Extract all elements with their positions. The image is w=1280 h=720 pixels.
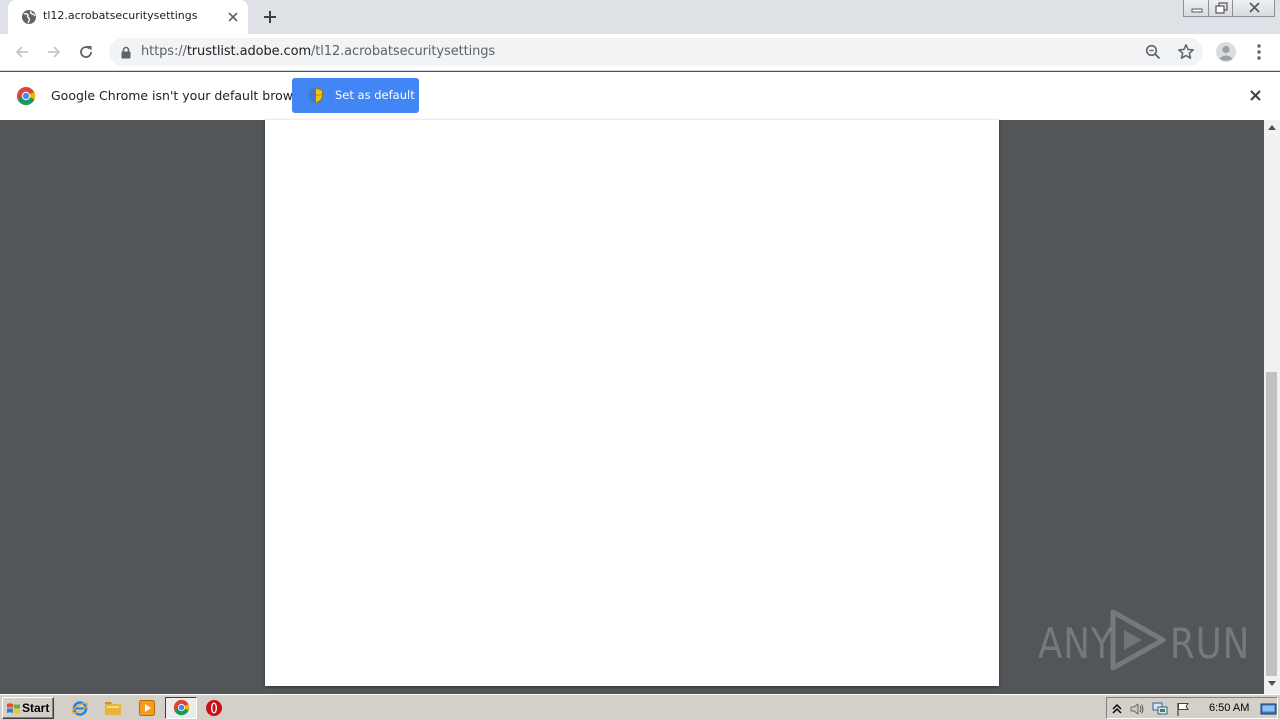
chrome-icon <box>173 699 190 716</box>
close-infobar-icon[interactable] <box>1249 89 1262 102</box>
minimize-button[interactable] <box>1183 0 1209 17</box>
restore-button[interactable] <box>1208 0 1233 17</box>
set-as-default-label: Set as default <box>335 88 415 102</box>
start-button[interactable]: Start <box>2 697 54 719</box>
close-window-icon <box>1249 2 1260 13</box>
url-scheme: https:// <box>141 44 187 59</box>
opera-icon[interactable] <box>205 699 223 717</box>
active-tab[interactable]: tl12.acrobatsecuritysettings <box>8 0 248 34</box>
restore-icon <box>1215 2 1228 14</box>
scroll-thumb[interactable] <box>1266 372 1277 676</box>
tab-strip: tl12.acrobatsecuritysettings <box>0 0 1280 34</box>
pdf-page <box>265 120 999 686</box>
watermark-left-text: ANY <box>1038 619 1114 668</box>
url-path: /tl12.acrobatsecuritysettings <box>311 44 496 59</box>
close-window-button[interactable] <box>1232 0 1275 17</box>
scroll-up-icon[interactable] <box>1268 124 1276 130</box>
default-browser-infobar: Google Chrome isn't your default browser… <box>0 72 1280 120</box>
kebab-menu-icon[interactable] <box>1252 43 1266 61</box>
set-as-default-button[interactable]: Set as default <box>292 78 419 113</box>
tab-title: tl12.acrobatsecuritysettings <box>43 9 198 22</box>
explorer-icon[interactable] <box>104 699 122 717</box>
vertical-scrollbar[interactable] <box>1264 120 1280 694</box>
address-bar[interactable]: https://trustlist.adobe.com/tl12.acrobat… <box>109 38 1203 66</box>
network-icon[interactable] <box>1152 701 1168 717</box>
forward-arrow-icon[interactable] <box>45 43 63 61</box>
browser-toolbar: https://trustlist.adobe.com/tl12.acrobat… <box>0 34 1280 71</box>
bookmark-star-icon[interactable] <box>1177 43 1195 61</box>
minimize-icon <box>1191 8 1203 13</box>
lock-icon[interactable] <box>120 46 132 59</box>
windows-logo-icon <box>7 703 20 714</box>
url-text[interactable]: https://trustlist.adobe.com/tl12.acrobat… <box>141 44 495 59</box>
url-host: trustlist.adobe.com <box>186 44 312 59</box>
reload-icon[interactable] <box>77 43 95 61</box>
volume-icon[interactable] <box>1129 701 1145 717</box>
watermark-right-text: RUN <box>1170 619 1251 668</box>
windows-taskbar: Start 6:50 AM <box>0 694 1280 720</box>
chrome-logo-icon <box>17 87 36 105</box>
new-tab-icon[interactable] <box>262 9 278 25</box>
taskbar-clock: 6:50 AM <box>1209 702 1250 714</box>
action-center-flag-icon[interactable] <box>1175 701 1191 717</box>
anyrun-watermark: ANY RUN <box>1038 606 1249 674</box>
back-arrow-icon[interactable] <box>13 43 31 61</box>
uac-shield-icon <box>309 87 323 104</box>
media-player-icon[interactable] <box>138 699 156 717</box>
scroll-down-icon[interactable] <box>1268 681 1276 687</box>
show-desktop-icon[interactable] <box>1260 701 1277 717</box>
start-label: Start <box>22 701 50 715</box>
show-hidden-icons-icon[interactable] <box>1109 701 1125 717</box>
internet-explorer-icon[interactable] <box>71 699 89 717</box>
play-logo-icon <box>1110 609 1166 671</box>
system-tray: 6:50 AM <box>1106 697 1278 719</box>
globe-icon <box>22 10 36 24</box>
profile-avatar-icon[interactable] <box>1215 41 1237 63</box>
infobar-message: Google Chrome isn't your default browser <box>51 88 313 103</box>
zoom-icon[interactable] <box>1145 44 1161 60</box>
window-controls <box>1181 0 1275 18</box>
chrome-taskbar-button[interactable] <box>165 697 197 719</box>
close-tab-icon[interactable] <box>226 10 240 24</box>
